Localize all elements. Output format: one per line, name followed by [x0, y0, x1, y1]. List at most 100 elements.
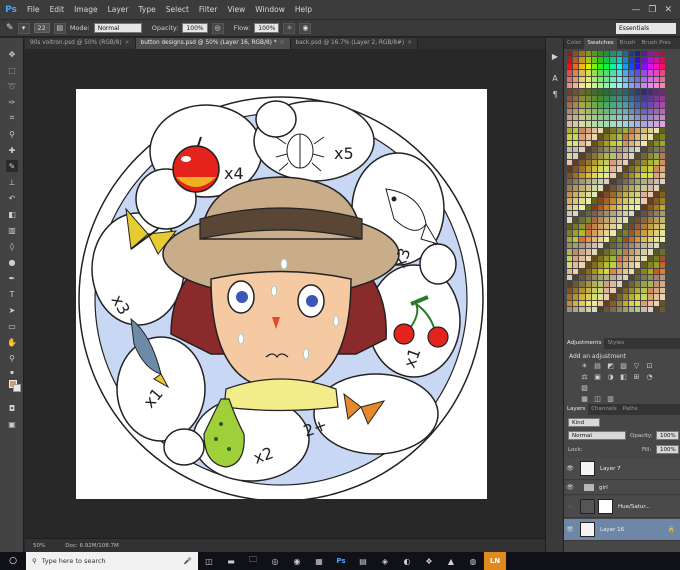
swatch[interactable] — [660, 121, 666, 127]
swatch[interactable] — [641, 287, 647, 294]
swatch[interactable] — [647, 108, 653, 114]
swatch[interactable] — [573, 204, 579, 210]
swatch[interactable] — [660, 102, 666, 108]
swatch[interactable] — [641, 115, 647, 121]
swatch[interactable] — [660, 89, 666, 95]
swatch[interactable] — [598, 63, 604, 70]
swatch[interactable] — [616, 179, 622, 185]
swatch[interactable] — [660, 230, 666, 236]
swatch[interactable] — [591, 63, 597, 70]
swatch[interactable] — [641, 223, 647, 230]
swatch[interactable] — [591, 76, 597, 82]
swatch[interactable] — [579, 185, 585, 191]
swatch[interactable] — [598, 275, 604, 281]
swatch[interactable] — [647, 255, 653, 262]
menu-layer[interactable]: Layer — [103, 0, 134, 20]
swatch[interactable] — [622, 185, 628, 191]
swatch[interactable] — [660, 262, 666, 268]
swatch[interactable] — [647, 140, 653, 146]
swatch[interactable] — [579, 63, 585, 70]
swatch[interactable] — [641, 217, 647, 223]
swatch[interactable] — [567, 95, 573, 102]
swatch[interactable] — [641, 166, 647, 172]
swatch[interactable] — [573, 63, 579, 70]
swatch[interactable] — [591, 179, 597, 185]
swatch[interactable] — [591, 185, 597, 191]
swatch[interactable] — [647, 275, 653, 281]
doc-tab-active[interactable]: button designs.psd @ 50% (Layer 16, RGB/… — [135, 38, 291, 49]
swatch[interactable] — [653, 121, 659, 127]
swatch[interactable] — [610, 191, 616, 198]
swatch[interactable] — [647, 121, 653, 127]
swatch[interactable] — [641, 127, 647, 134]
adjustment-icon[interactable]: ▽ — [631, 362, 642, 371]
swatch[interactable] — [629, 255, 635, 262]
swatch[interactable] — [573, 153, 579, 159]
swatch[interactable] — [610, 217, 616, 223]
swatch[interactable] — [629, 70, 635, 76]
swatch[interactable] — [567, 236, 573, 242]
swatch[interactable] — [610, 262, 616, 268]
swatch[interactable] — [635, 211, 641, 217]
swatch[interactable] — [635, 230, 641, 236]
swatch[interactable] — [635, 115, 641, 121]
swatch[interactable] — [653, 57, 659, 63]
swatch[interactable] — [635, 268, 641, 274]
swatch[interactable] — [641, 70, 647, 76]
swatch[interactable] — [579, 127, 585, 134]
swatch[interactable] — [598, 159, 604, 166]
tab-swatches[interactable]: Swatches — [584, 38, 617, 49]
swatch[interactable] — [616, 102, 622, 108]
swatch[interactable] — [635, 236, 641, 242]
swatch[interactable] — [647, 262, 653, 268]
swatch[interactable] — [660, 108, 666, 114]
swatch[interactable] — [635, 153, 641, 159]
swatch[interactable] — [647, 287, 653, 294]
swatch[interactable] — [573, 217, 579, 223]
swatch[interactable] — [579, 236, 585, 242]
swatch[interactable] — [616, 223, 622, 230]
swatch[interactable] — [604, 147, 610, 153]
swatch[interactable] — [616, 57, 622, 63]
swatch[interactable] — [585, 57, 591, 63]
menu-view[interactable]: View — [222, 0, 250, 20]
menu-edit[interactable]: Edit — [45, 0, 70, 20]
history-brush-tool-icon[interactable]: ↶ — [6, 192, 18, 204]
swatch[interactable] — [653, 76, 659, 82]
swatch[interactable] — [647, 204, 653, 210]
layer-row-selected[interactable]: 👁 Layer 16 🔒 — [564, 519, 680, 541]
swatch[interactable] — [567, 121, 573, 127]
swatch[interactable] — [585, 89, 591, 95]
swatch[interactable] — [585, 70, 591, 76]
swatch[interactable] — [610, 76, 616, 82]
swatch[interactable] — [604, 217, 610, 223]
swatch[interactable] — [647, 294, 653, 300]
zoom-tool-icon[interactable]: ⚲ — [6, 352, 18, 364]
swatch[interactable] — [653, 172, 659, 178]
swatch[interactable] — [629, 211, 635, 217]
swatch[interactable] — [641, 268, 647, 274]
swatch[interactable] — [622, 140, 628, 146]
swatch[interactable] — [641, 249, 647, 255]
swatch[interactable] — [579, 134, 585, 140]
swatch[interactable] — [585, 95, 591, 102]
swatch[interactable] — [610, 236, 616, 242]
swatch[interactable] — [567, 268, 573, 274]
taskbar-app-icon[interactable]: LN — [484, 552, 506, 570]
swatch[interactable] — [660, 255, 666, 262]
swatch[interactable] — [579, 76, 585, 82]
visibility-eye-icon[interactable]: 👁 — [564, 484, 576, 491]
swatch[interactable] — [604, 63, 610, 70]
swatch[interactable] — [647, 153, 653, 159]
swatch[interactable] — [604, 185, 610, 191]
close-icon[interactable]: × — [125, 40, 130, 46]
swatch[interactable] — [567, 159, 573, 166]
swatch[interactable] — [610, 172, 616, 178]
swatch[interactable] — [660, 179, 666, 185]
swatch[interactable] — [641, 147, 647, 153]
swatch[interactable] — [579, 191, 585, 198]
swatch[interactable] — [573, 191, 579, 198]
swatch[interactable] — [604, 198, 610, 204]
swatch[interactable] — [635, 57, 641, 63]
swatch[interactable] — [635, 307, 641, 313]
